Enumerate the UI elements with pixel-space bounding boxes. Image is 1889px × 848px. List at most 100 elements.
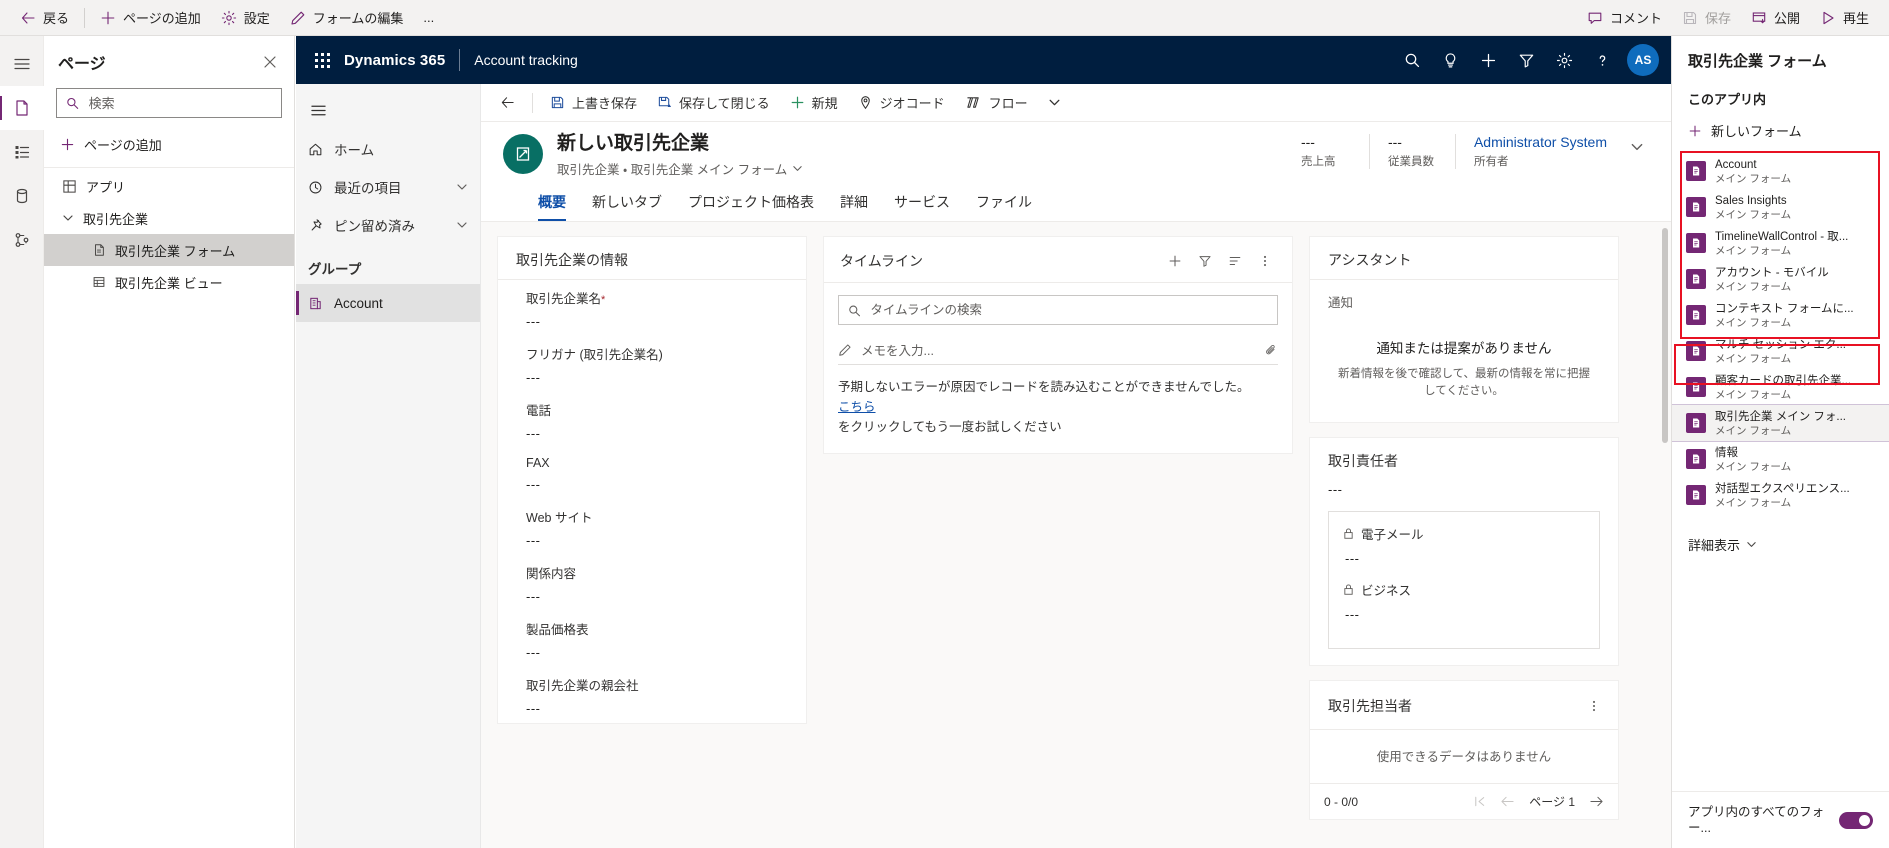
form-list-item[interactable]: TimelineWallControl - 取... メイン フォーム: [1672, 225, 1889, 261]
cmd-save-close[interactable]: 保存して閉じる: [648, 88, 779, 118]
form-list-item[interactable]: 対話型エクスペリエンス... メイン フォーム: [1672, 477, 1889, 513]
field-label: 製品価格表: [526, 623, 589, 637]
prev-page-button[interactable]: [1500, 795, 1515, 808]
header-insights-button[interactable]: [1431, 40, 1469, 80]
stat-label: 売上高: [1300, 156, 1336, 168]
timeline-note-input-row[interactable]: メモを入力...: [838, 335, 1278, 365]
all-forms-toggle[interactable]: [1839, 811, 1873, 829]
cmd-save[interactable]: 上書き保存: [541, 88, 646, 118]
contacts-grid-more-button[interactable]: [1582, 694, 1606, 718]
add-page-button[interactable]: ページの追加: [90, 4, 211, 32]
form-item-name: 情報: [1715, 447, 1738, 459]
rail-menu-button[interactable]: [0, 42, 44, 86]
rail-data-list-button[interactable]: [0, 130, 44, 174]
timeline-filter-button[interactable]: [1192, 248, 1218, 274]
sitemap-item-recent[interactable]: 最近の項目: [296, 168, 480, 206]
tab-project-price-list[interactable]: プロジェクト価格表: [675, 184, 827, 221]
timeline-add-button[interactable]: [1162, 248, 1188, 274]
field-value[interactable]: ---: [526, 307, 788, 334]
settings-button[interactable]: 設定: [211, 4, 280, 32]
cmd-overflow[interactable]: [1039, 88, 1070, 118]
tab-new[interactable]: 新しいタブ: [579, 184, 675, 221]
pages-search-input[interactable]: [86, 94, 272, 112]
show-more-label: 詳細表示: [1688, 538, 1741, 553]
save-button[interactable]: 保存: [1672, 4, 1741, 32]
timeline-more-button[interactable]: [1252, 248, 1278, 274]
field-value[interactable]: ---: [526, 526, 788, 553]
tree-item-app[interactable]: アプリ: [44, 170, 294, 202]
form-back-button[interactable]: [491, 88, 524, 118]
header-settings-button[interactable]: [1545, 40, 1583, 80]
overflow-menu-button[interactable]: ...: [413, 4, 444, 32]
field-value[interactable]: ---: [526, 638, 788, 665]
cmd-flow[interactable]: フロー: [956, 88, 1037, 118]
sitemap-item-pinned[interactable]: ピン留め済み: [296, 206, 480, 244]
owner-label: 所有者: [1473, 156, 1509, 168]
cmd-geocode[interactable]: ジオコード: [849, 88, 954, 118]
chevron-down-icon[interactable]: [792, 163, 803, 174]
close-icon[interactable]: [260, 52, 280, 72]
form-list-item[interactable]: アカウント - モバイル メイン フォーム: [1672, 261, 1889, 297]
sitemap-item-label: 最近の項目: [334, 181, 402, 196]
pages-search-box[interactable]: [56, 88, 282, 118]
field-value[interactable]: ---: [526, 363, 788, 390]
tab-service[interactable]: サービス: [881, 184, 963, 221]
form-list-item[interactable]: Account メイン フォーム: [1672, 153, 1889, 189]
chevron-down-icon: [1631, 143, 1643, 151]
sitemap-item-account[interactable]: Account: [296, 284, 480, 322]
form-scrollbar[interactable]: [1662, 228, 1668, 443]
timeline-sort-button[interactable]: [1222, 248, 1248, 274]
timeline-search-box[interactable]: [838, 295, 1278, 325]
form-list-item[interactable]: Sales Insights メイン フォーム: [1672, 189, 1889, 225]
sitemap-toggle-button[interactable]: [296, 90, 340, 130]
header-search-button[interactable]: [1393, 40, 1431, 80]
comment-button[interactable]: コメント: [1577, 4, 1672, 32]
header-help-button[interactable]: [1583, 40, 1621, 80]
form-item-name: 対話型エクスペリエンス...: [1715, 483, 1850, 495]
tab-details[interactable]: 詳細: [827, 184, 881, 221]
timeline-error-link-row: こちら: [838, 397, 1278, 417]
field-value[interactable]: ---: [526, 419, 788, 446]
form-list-item[interactable]: 情報 メイン フォーム: [1672, 441, 1889, 477]
rail-pages-button[interactable]: [0, 86, 44, 130]
field-value[interactable]: ---: [526, 582, 788, 609]
tree-item-account-view[interactable]: 取引先企業 ビュー: [44, 266, 294, 298]
header-new-button[interactable]: [1469, 40, 1507, 80]
field-value[interactable]: ---: [526, 470, 788, 497]
publish-button[interactable]: 公開: [1741, 4, 1810, 32]
tree-item-account-form[interactable]: 取引先企業 フォーム: [44, 234, 294, 266]
play-button[interactable]: 再生: [1810, 4, 1879, 32]
form-list-item[interactable]: マルチ セッション エク... メイン フォーム: [1672, 333, 1889, 369]
tab-files[interactable]: ファイル: [963, 184, 1045, 221]
rail-data-source-button[interactable]: [0, 174, 44, 218]
waffle-icon[interactable]: [308, 46, 336, 74]
edit-form-button[interactable]: フォームの編集: [280, 4, 414, 32]
menu-icon: [13, 58, 30, 70]
first-page-button[interactable]: [1473, 795, 1486, 808]
form-list-item-selected[interactable]: 取引先企業 メイン フォ... メイン フォーム: [1672, 404, 1889, 442]
sitemap-item-home[interactable]: ホーム: [296, 130, 480, 168]
tab-overview[interactable]: 概要: [525, 184, 579, 221]
header-filter-button[interactable]: [1507, 40, 1545, 80]
tree-item-account[interactable]: 取引先企業: [44, 202, 294, 234]
form-list-item[interactable]: 顧客カードの取引先企業... メイン フォーム: [1672, 369, 1889, 405]
user-avatar[interactable]: AS: [1627, 44, 1659, 76]
show-more-button[interactable]: 詳細表示: [1672, 525, 1889, 564]
next-page-button[interactable]: [1589, 795, 1604, 808]
lock-icon: [1344, 584, 1353, 595]
field-label: フリガナ (取引先企業名): [526, 348, 663, 362]
add-page-item[interactable]: ページの追加: [44, 128, 294, 161]
owner-value[interactable]: Administrator System: [1474, 134, 1607, 150]
paperclip-icon[interactable]: [1264, 343, 1278, 357]
record-header-expand-button[interactable]: [1625, 134, 1649, 154]
record-header-row: 新しい取引先企業 取引先企業 ・ 取引先企業 メイン フォーム --- 売上高 …: [503, 132, 1649, 178]
form-list-item[interactable]: コンテキスト フォームに... メイン フォーム: [1672, 297, 1889, 333]
primary-contact-value[interactable]: ---: [1310, 482, 1618, 511]
rail-connections-button[interactable]: [0, 218, 44, 262]
timeline-search-input[interactable]: [868, 302, 1268, 318]
back-button[interactable]: 戻る: [10, 4, 79, 32]
timeline-error-link[interactable]: こちら: [838, 400, 876, 414]
field-value[interactable]: ---: [526, 694, 788, 721]
cmd-new[interactable]: 新規: [781, 88, 847, 118]
new-form-button[interactable]: 新しいフォーム: [1672, 114, 1889, 147]
